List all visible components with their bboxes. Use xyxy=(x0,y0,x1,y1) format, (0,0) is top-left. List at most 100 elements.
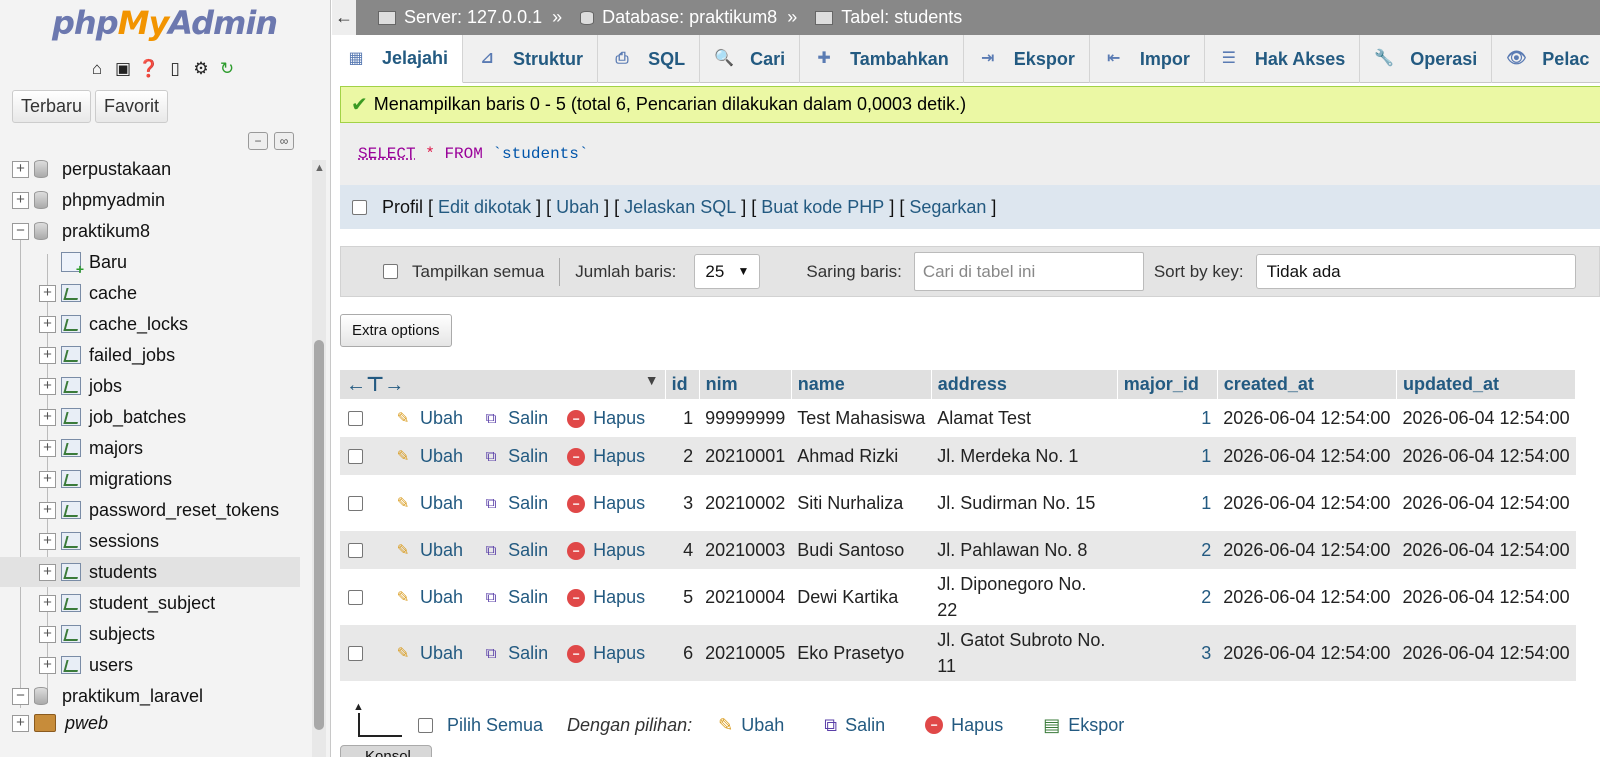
cell-created-at[interactable]: 2026-06-04 12:54:00 xyxy=(1217,437,1397,475)
column-resize-arrows-icon[interactable]: ←⊤→ ▼ xyxy=(340,370,666,399)
expand-icon[interactable]: + xyxy=(12,714,29,732)
cell-nim[interactable]: 20210005 xyxy=(699,625,792,681)
tree-table-students[interactable]: + students xyxy=(0,557,300,587)
bulk-delete-button[interactable]: − Hapus xyxy=(925,715,1003,736)
row-edit-link[interactable]: ✎ Ubah xyxy=(394,408,463,429)
row-edit-link[interactable]: ✎ Ubah xyxy=(394,643,463,664)
cell-created-at[interactable]: 2026-06-04 12:54:00 xyxy=(1217,569,1397,625)
breadcrumb-table[interactable]: Tabel: students xyxy=(841,7,962,28)
tree-table-sessions[interactable]: + sessions xyxy=(0,526,300,556)
tree-table-jobs[interactable]: + jobs xyxy=(0,371,300,401)
cell-address[interactable]: Jl. Merdeka No. 1 xyxy=(931,437,1118,475)
logout-icon[interactable]: ▣ xyxy=(112,58,134,80)
column-header-nim[interactable]: nim xyxy=(699,370,792,399)
cell-address[interactable]: Jl. Gatot Subroto No. 11 xyxy=(931,625,1118,681)
explain-sql-link[interactable]: Jelaskan SQL xyxy=(624,197,736,218)
collapse-all-icon[interactable]: − xyxy=(248,132,268,150)
expand-icon[interactable]: + xyxy=(39,470,56,488)
tab-operasi[interactable]: 🔧 Operasi xyxy=(1360,35,1493,83)
scroll-up-icon[interactable]: ▲ xyxy=(314,162,325,174)
select-all-checkbox[interactable] xyxy=(418,717,433,733)
cell-name[interactable]: Siti Nurhaliza xyxy=(791,475,932,531)
row-copy-link[interactable]: ⧉ Salin xyxy=(482,643,548,664)
expand-icon[interactable]: + xyxy=(12,160,29,178)
reload-icon[interactable]: ↻ xyxy=(216,58,238,80)
tree-database-praktikum-laravel[interactable]: − praktikum_laravel xyxy=(0,681,300,711)
cell-created-at[interactable]: 2026-06-04 12:54:00 xyxy=(1217,625,1397,681)
cell-updated-at[interactable]: 2026-06-04 12:54:00 xyxy=(1396,475,1576,531)
row-copy-link[interactable]: ⧉ Salin xyxy=(482,540,548,561)
cell-name[interactable]: Test Mahasiswa xyxy=(791,399,932,437)
tab-sql[interactable]: ⎙ SQL xyxy=(598,35,701,83)
favorites-tab[interactable]: Favorit xyxy=(95,90,169,123)
tree-database-pweb[interactable]: + pweb xyxy=(0,708,300,738)
expand-icon[interactable]: + xyxy=(39,594,56,612)
home-icon[interactable]: ⌂ xyxy=(86,58,108,80)
tree-table-majors[interactable]: + majors xyxy=(0,433,300,463)
cell-name[interactable]: Budi Santoso xyxy=(791,531,932,569)
expand-icon[interactable]: + xyxy=(39,625,56,643)
cell-updated-at[interactable]: 2026-06-04 12:54:00 xyxy=(1396,437,1576,475)
tab-tambahkan[interactable]: ✚ Tambahkan xyxy=(800,35,964,83)
phpmyadmin-logo[interactable]: phpMyAdmin xyxy=(52,4,278,42)
profiling-checkbox[interactable] xyxy=(352,199,367,215)
row-select-checkbox[interactable] xyxy=(348,495,363,511)
cell-created-at[interactable]: 2026-06-04 12:54:00 xyxy=(1217,475,1397,531)
tab-ekspor[interactable]: ⇥ Ekspor xyxy=(964,35,1090,83)
console-toggle[interactable]: Konsol xyxy=(340,745,432,757)
row-select-checkbox[interactable] xyxy=(348,448,363,464)
cell-updated-at[interactable]: 2026-06-04 12:54:00 xyxy=(1396,569,1576,625)
help-icon[interactable]: ❓ xyxy=(138,58,160,80)
cell-major-id[interactable]: 3 xyxy=(1117,625,1218,681)
cell-nim[interactable]: 20210002 xyxy=(699,475,792,531)
expand-icon[interactable]: + xyxy=(39,315,56,333)
tree-database-phpmyadmin[interactable]: + phpmyadmin xyxy=(0,185,300,215)
row-edit-link[interactable]: ✎ Ubah xyxy=(394,493,463,514)
bulk-edit-button[interactable]: ✎ Ubah xyxy=(718,715,784,736)
collapse-icon[interactable]: − xyxy=(12,222,29,240)
cell-id[interactable]: 4 xyxy=(665,531,700,569)
cell-updated-at[interactable]: 2026-06-04 12:54:00 xyxy=(1396,531,1576,569)
cell-created-at[interactable]: 2026-06-04 12:54:00 xyxy=(1217,531,1397,569)
row-delete-link[interactable]: − Hapus xyxy=(567,540,645,561)
cell-address[interactable]: Jl. Diponegoro No. 22 xyxy=(931,569,1118,625)
expand-icon[interactable]: + xyxy=(39,656,56,674)
row-delete-link[interactable]: − Hapus xyxy=(567,446,645,467)
expand-icon[interactable]: + xyxy=(39,377,56,395)
tree-new-table[interactable]: Baru xyxy=(0,247,300,277)
tree-table-migrations[interactable]: + migrations xyxy=(0,464,300,494)
tree-table-failed-jobs[interactable]: + failed_jobs xyxy=(0,340,300,370)
expand-icon[interactable]: + xyxy=(39,563,56,581)
column-header-name[interactable]: name xyxy=(791,370,932,399)
cell-name[interactable]: Eko Prasetyo xyxy=(791,625,932,681)
row-delete-link[interactable]: − Hapus xyxy=(567,643,645,664)
row-select-checkbox[interactable] xyxy=(348,542,363,558)
column-header-updated-at[interactable]: updated_at xyxy=(1396,370,1577,399)
expand-icon[interactable]: + xyxy=(39,408,56,426)
nav-scrollbar[interactable]: ▲ xyxy=(312,160,326,757)
tree-table-job-batches[interactable]: + job_batches xyxy=(0,402,300,432)
tab-cari[interactable]: 🔍 Cari xyxy=(700,35,801,83)
cell-nim[interactable]: 99999999 xyxy=(699,399,792,437)
tree-table-password-reset-tokens[interactable]: + password_reset_tokens xyxy=(0,495,300,525)
cell-major-id[interactable]: 2 xyxy=(1117,569,1218,625)
extra-options-button[interactable]: Extra options xyxy=(340,314,452,347)
filter-rows-input[interactable]: Cari di tabel ini xyxy=(913,252,1144,291)
column-header-major-id[interactable]: major_id xyxy=(1117,370,1218,399)
cell-address[interactable]: Jl. Sudirman No. 15 xyxy=(931,475,1118,531)
cell-id[interactable]: 5 xyxy=(665,569,700,625)
tree-table-cache[interactable]: + cache xyxy=(0,278,300,308)
row-select-checkbox[interactable] xyxy=(348,645,363,661)
cell-id[interactable]: 3 xyxy=(665,475,700,531)
row-edit-link[interactable]: ✎ Ubah xyxy=(394,587,463,608)
scrollbar-thumb[interactable] xyxy=(314,340,324,730)
cell-name[interactable]: Ahmad Rizki xyxy=(791,437,932,475)
collapse-nav-icon[interactable]: ← xyxy=(332,0,356,35)
column-header-created-at[interactable]: created_at xyxy=(1217,370,1397,399)
select-all-link[interactable]: Pilih Semua xyxy=(447,715,543,736)
bulk-export-button[interactable]: ▤ Ekspor xyxy=(1043,715,1124,736)
tab-impor[interactable]: ⇤ Impor xyxy=(1090,35,1205,83)
rows-per-page-select[interactable]: 25 ▼ xyxy=(694,254,761,289)
row-select-checkbox[interactable] xyxy=(348,410,363,426)
tab-pelac[interactable]: 👁 Pelac xyxy=(1492,35,1600,83)
